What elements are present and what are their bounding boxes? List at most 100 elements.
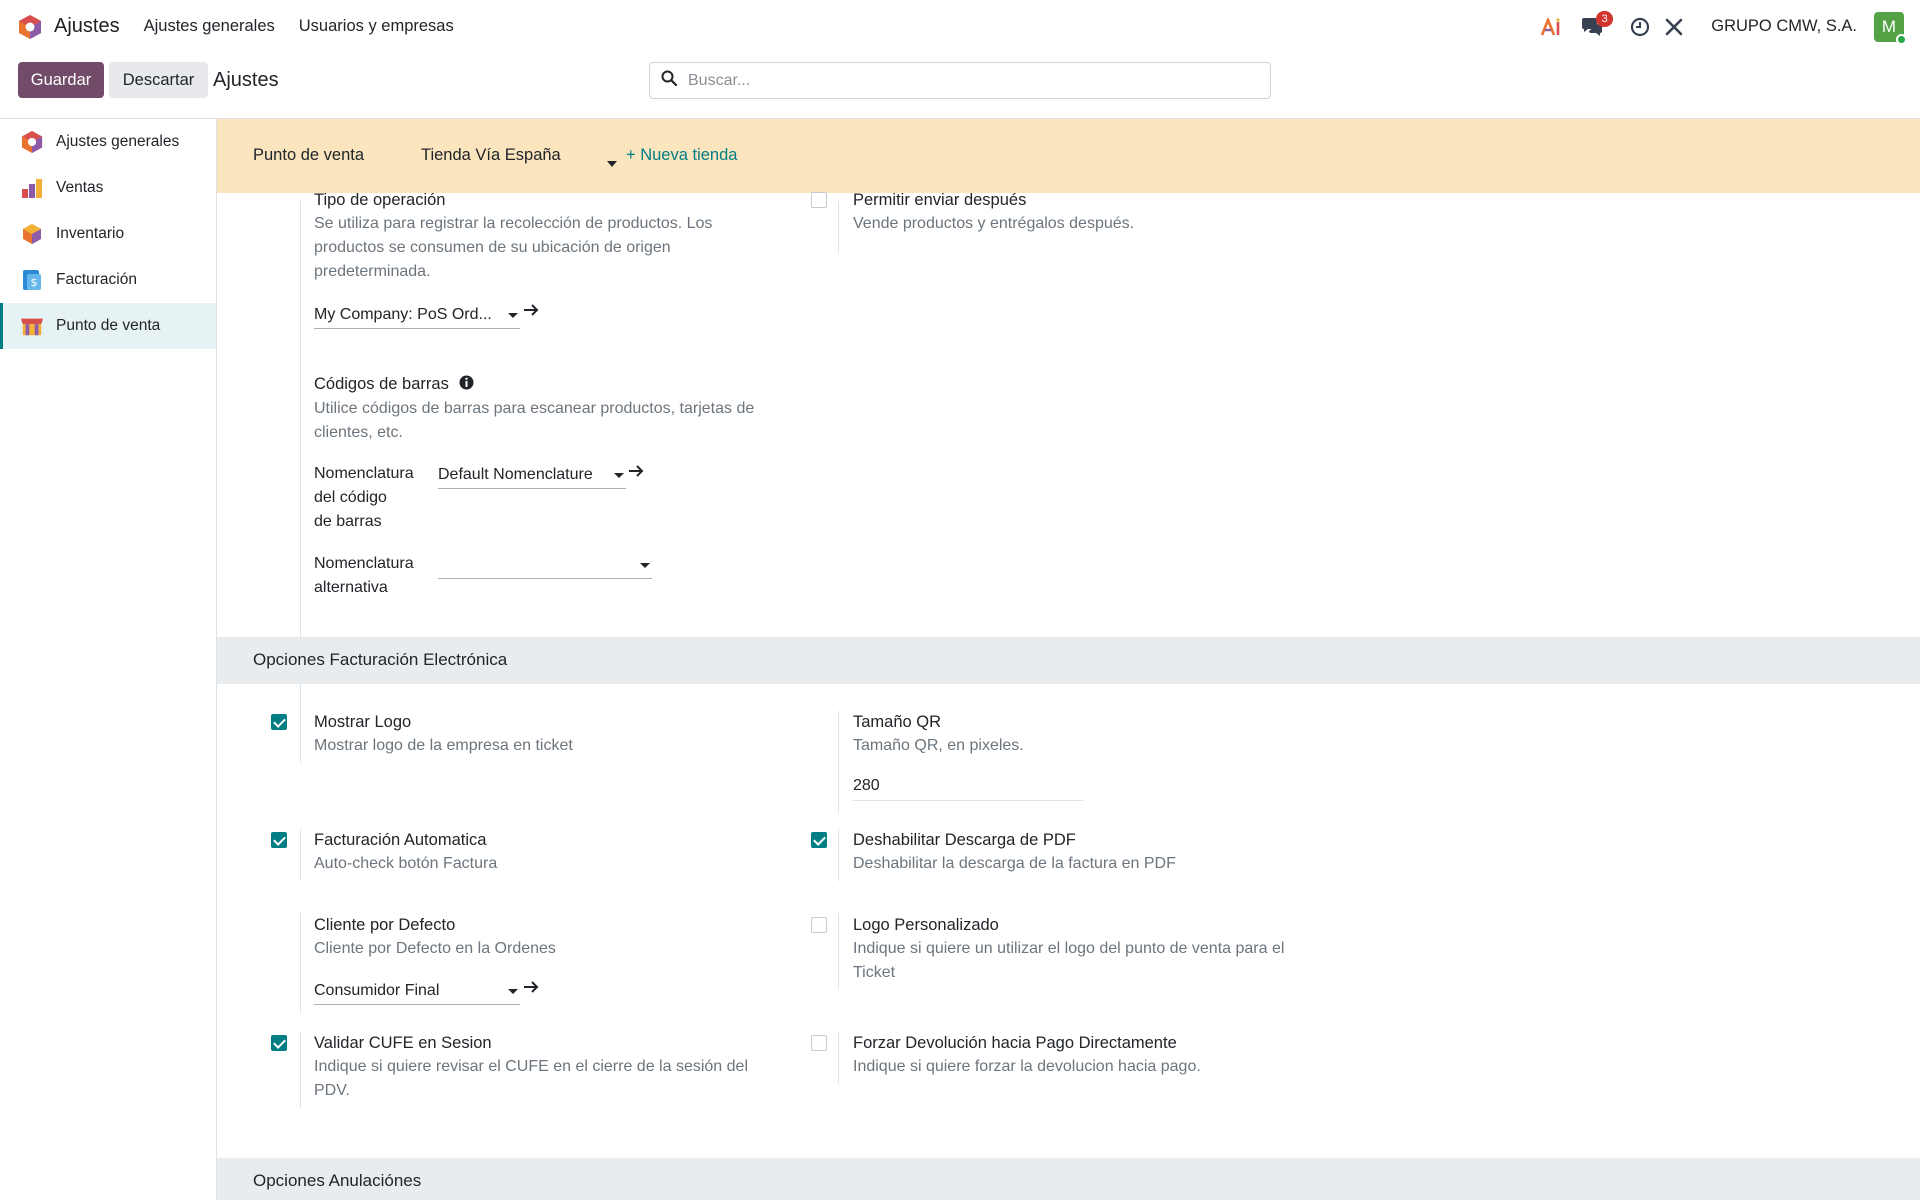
section-title: Opciones Facturación Electrónica — [253, 650, 508, 669]
tools-icon[interactable] — [1661, 14, 1687, 40]
operation-type-select[interactable]: My Company: PoS Ord... — [314, 303, 520, 329]
setting-description: clientes, etc. — [314, 423, 403, 441]
setting-custom-logo: Logo Personalizado Indique si quiere un … — [853, 913, 1373, 985]
setting-description: Ticket — [853, 964, 896, 981]
barcodes-title-text: Códigos de barras — [314, 375, 449, 393]
operation-type-value: My Company: PoS Ord... — [314, 306, 492, 323]
setting-description: Indique si quiere un utilizar el logo de… — [853, 940, 1285, 957]
new-store-button[interactable]: + Nueva tienda — [626, 146, 737, 165]
label-line: del código — [314, 489, 387, 506]
label-line: Nomenclatura — [314, 555, 414, 572]
menu-general-settings[interactable]: Ajustes generales — [144, 17, 275, 36]
search-icon — [661, 70, 678, 91]
sidebar-item-label: Ajustes generales — [56, 133, 180, 150]
search-bar[interactable] — [649, 62, 1271, 99]
pos-app-icon — [20, 314, 44, 338]
arrow-right-icon[interactable] — [523, 980, 539, 999]
setting-description: predeterminada. — [314, 263, 431, 280]
chevron-down-icon[interactable] — [607, 154, 617, 172]
disable-pdf-checkbox[interactable] — [811, 832, 827, 848]
chevron-down-icon — [614, 473, 624, 478]
settings-app-icon — [20, 130, 44, 154]
arrow-right-icon[interactable] — [628, 464, 644, 483]
setting-barcodes: Códigos de barras Utilice códigos de bar… — [314, 372, 814, 445]
section-header-einvoice: Opciones Facturación Electrónica — [217, 637, 1920, 684]
setting-qr-size: Tamaño QR Tamaño QR, en pixeles. — [853, 710, 1333, 758]
setting-operation-type: Tipo de operación Se utiliza para regist… — [314, 188, 794, 284]
sidebar-item-sales[interactable]: Ventas — [0, 165, 216, 211]
avatar-initial: M — [1881, 16, 1897, 36]
setting-force-refund: Forzar Devolución hacia Pago Directament… — [853, 1031, 1373, 1079]
setting-validate-cufe: Validar CUFE en Sesion Indique si quiere… — [314, 1031, 814, 1103]
divider — [838, 829, 839, 881]
menu-users-companies[interactable]: Usuarios y empresas — [299, 17, 454, 36]
qr-size-input[interactable]: 280 — [853, 774, 1083, 801]
app-name[interactable]: Ajustes — [54, 15, 120, 38]
section-title: Opciones Anulaciónes — [253, 1171, 422, 1190]
divider — [300, 1032, 301, 1108]
force-refund-checkbox[interactable] — [811, 1035, 827, 1051]
setting-description: Utilice códigos de barras para escanear … — [314, 399, 755, 417]
svg-text:$: $ — [31, 276, 38, 289]
setting-title: Facturación Automatica — [314, 831, 487, 849]
custom-logo-checkbox[interactable] — [811, 917, 827, 933]
user-avatar[interactable]: M — [1874, 11, 1907, 45]
setting-disable-pdf: Deshabilitar Descarga de PDF Deshabilita… — [853, 828, 1373, 876]
ship-later-checkbox[interactable] — [811, 192, 827, 208]
company-switcher[interactable]: GRUPO CMW, S.A. — [1711, 17, 1857, 36]
setting-title: Cliente por Defecto — [314, 916, 456, 934]
save-button[interactable]: Guardar — [18, 62, 104, 98]
divider — [838, 913, 839, 989]
odoo-app-icon[interactable] — [17, 14, 43, 40]
label-line: alternativa — [314, 579, 388, 596]
divider — [300, 711, 301, 763]
setting-description: Mostrar logo de la empresa en ticket — [314, 737, 573, 754]
ai-icon[interactable] — [1539, 14, 1565, 40]
alt-nomenclature-select[interactable] — [438, 553, 652, 579]
alt-nomenclature-label: Nomenclatura alternativa — [314, 552, 424, 600]
setting-description: Indique si quiere forzar la devolucion h… — [853, 1058, 1201, 1075]
nomenclature-select[interactable]: Default Nomenclature — [438, 463, 626, 489]
inventory-app-icon — [20, 222, 44, 246]
setting-description: Auto-check botón Factura — [314, 855, 498, 872]
nomenclature-label: Nomenclatura del código de barras — [314, 462, 424, 534]
divider — [838, 201, 839, 253]
sidebar-item-label: Punto de venta — [56, 317, 161, 334]
info-icon[interactable] — [459, 373, 474, 397]
pos-selector-label: Punto de venta — [253, 146, 365, 164]
validate-cufe-checkbox[interactable] — [271, 1035, 287, 1051]
chat-icon[interactable]: 3 — [1579, 10, 1614, 40]
setting-description: Tamaño QR, en pixeles. — [853, 737, 1024, 754]
sidebar-item-inventory[interactable]: Inventario — [0, 211, 216, 257]
setting-title: Validar CUFE en Sesion — [314, 1034, 492, 1052]
arrow-right-icon[interactable] — [523, 303, 539, 322]
auto-invoice-checkbox[interactable] — [271, 832, 287, 848]
default-customer-value: Consumidor Final — [314, 982, 440, 999]
setting-title: Permitir enviar después — [853, 191, 1027, 209]
sidebar-item-general-settings[interactable]: Ajustes generales — [0, 119, 216, 165]
default-customer-select[interactable]: Consumidor Final — [314, 979, 520, 1005]
clock-icon[interactable] — [1627, 14, 1653, 40]
discard-button[interactable]: Descartar — [109, 62, 208, 98]
sidebar-item-point-of-sale[interactable]: Punto de venta — [0, 303, 216, 349]
section-header-cancellations: Opciones Anulaciónes — [217, 1158, 1920, 1200]
sidebar-item-invoicing[interactable]: $ Facturación — [0, 257, 216, 303]
search-input[interactable] — [688, 71, 1248, 90]
page-title: Ajustes — [213, 69, 279, 91]
pos-store-select[interactable]: Tienda Vía España — [421, 146, 621, 165]
chevron-down-icon — [508, 989, 518, 994]
settings-sidebar: Ajustes generales Ventas Inventario $ Fa… — [0, 119, 217, 1200]
messages-badge: 3 — [1596, 10, 1614, 27]
invoicing-app-icon: $ — [20, 268, 44, 292]
sales-app-icon — [20, 176, 44, 200]
label-line: de barras — [314, 513, 382, 530]
systray: 3 GRUPO CMW, S.A. M — [1539, 0, 1920, 53]
setting-description: PDV. — [314, 1082, 350, 1099]
show-logo-checkbox[interactable] — [271, 714, 287, 730]
setting-description: Deshabilitar la descarga de la factura e… — [853, 855, 1176, 872]
divider — [300, 913, 301, 1013]
setting-title: Mostrar Logo — [314, 713, 412, 731]
divider — [838, 1032, 839, 1084]
setting-show-logo: Mostrar Logo Mostrar logo de la empresa … — [314, 710, 794, 758]
chevron-down-icon — [508, 313, 518, 318]
